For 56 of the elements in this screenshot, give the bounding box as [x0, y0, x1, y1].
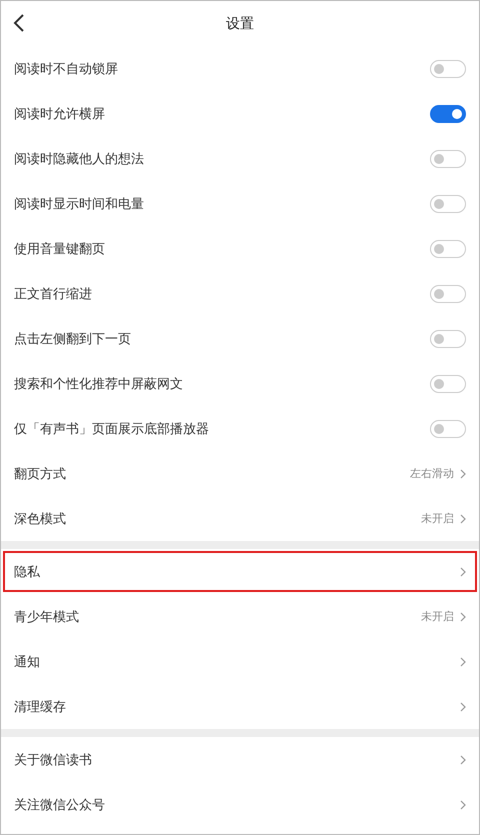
settings-row[interactable]: 通知: [1, 639, 479, 684]
setting-label: 阅读时隐藏他人的想法: [14, 150, 144, 168]
setting-label: 使用音量键翻页: [14, 240, 105, 258]
settings-row[interactable]: 深色模式 未开启: [1, 496, 479, 541]
setting-label: 阅读时允许横屏: [14, 106, 105, 122]
settings-row[interactable]: 点击左侧翻到下一页: [1, 316, 479, 361]
setting-label: 阅读时显示时间和电量: [14, 196, 144, 212]
chevron-right-icon: [460, 612, 466, 622]
chevron-right-icon: [460, 800, 466, 810]
toggle-switch[interactable]: [430, 330, 466, 348]
setting-label: 点击左侧翻到下一页: [14, 330, 131, 348]
setting-label: 通知: [14, 654, 40, 670]
chevron-right-icon: [460, 702, 466, 712]
toggle-switch[interactable]: [430, 420, 466, 438]
chevron-right-icon: [460, 468, 466, 478]
setting-value: 左右滑动: [410, 466, 454, 481]
setting-label: 清理缓存: [14, 698, 66, 716]
settings-row[interactable]: 阅读时不自动锁屏: [1, 46, 479, 91]
settings-row[interactable]: 青少年模式 未开启: [1, 594, 479, 639]
setting-label: 仅「有声书」页面展示底部播放器: [14, 420, 209, 438]
settings-row[interactable]: 正文首行缩进: [1, 271, 479, 316]
toggle-switch[interactable]: [430, 240, 466, 258]
settings-row[interactable]: 关注微信公众号: [1, 782, 479, 827]
setting-label: 阅读时不自动锁屏: [14, 60, 118, 78]
settings-row[interactable]: 使用音量键翻页: [1, 226, 479, 271]
settings-row[interactable]: 关于微信读书: [1, 737, 479, 782]
back-chevron-icon: [13, 13, 25, 33]
settings-row[interactable]: 阅读时允许横屏: [1, 91, 479, 136]
settings-row[interactable]: 搜索和个性化推荐中屏蔽网文: [1, 361, 479, 406]
setting-label: 关于微信读书: [14, 752, 92, 768]
setting-label: 青少年模式: [14, 608, 79, 626]
settings-row[interactable]: 阅读时显示时间和电量: [1, 181, 479, 226]
toggle-switch[interactable]: [430, 104, 466, 122]
settings-row[interactable]: 阅读时隐藏他人的想法: [1, 136, 479, 181]
setting-value: 未开启: [421, 609, 454, 624]
chevron-right-icon: [460, 656, 466, 666]
toggle-switch[interactable]: [430, 150, 466, 168]
page-title: 设置: [226, 14, 254, 32]
toggle-switch[interactable]: [430, 284, 466, 302]
settings-row[interactable]: 仅「有声书」页面展示底部播放器: [1, 406, 479, 451]
settings-row[interactable]: 翻页方式 左右滑动: [1, 451, 479, 496]
toggle-switch[interactable]: [430, 60, 466, 78]
settings-row[interactable]: 隐私: [1, 549, 479, 594]
chevron-right-icon: [460, 754, 466, 764]
setting-label: 关注微信公众号: [14, 796, 105, 814]
chevron-right-icon: [460, 566, 466, 576]
setting-value: 未开启: [421, 511, 454, 526]
chevron-right-icon: [460, 514, 466, 524]
setting-label: 翻页方式: [14, 466, 66, 482]
settings-row[interactable]: 清理缓存: [1, 684, 479, 729]
toggle-switch[interactable]: [430, 194, 466, 212]
setting-label: 搜索和个性化推荐中屏蔽网文: [14, 376, 183, 392]
toggle-switch[interactable]: [430, 374, 466, 392]
setting-label: 深色模式: [14, 510, 66, 528]
setting-label: 正文首行缩进: [14, 286, 92, 302]
setting-label: 隐私: [14, 564, 40, 580]
